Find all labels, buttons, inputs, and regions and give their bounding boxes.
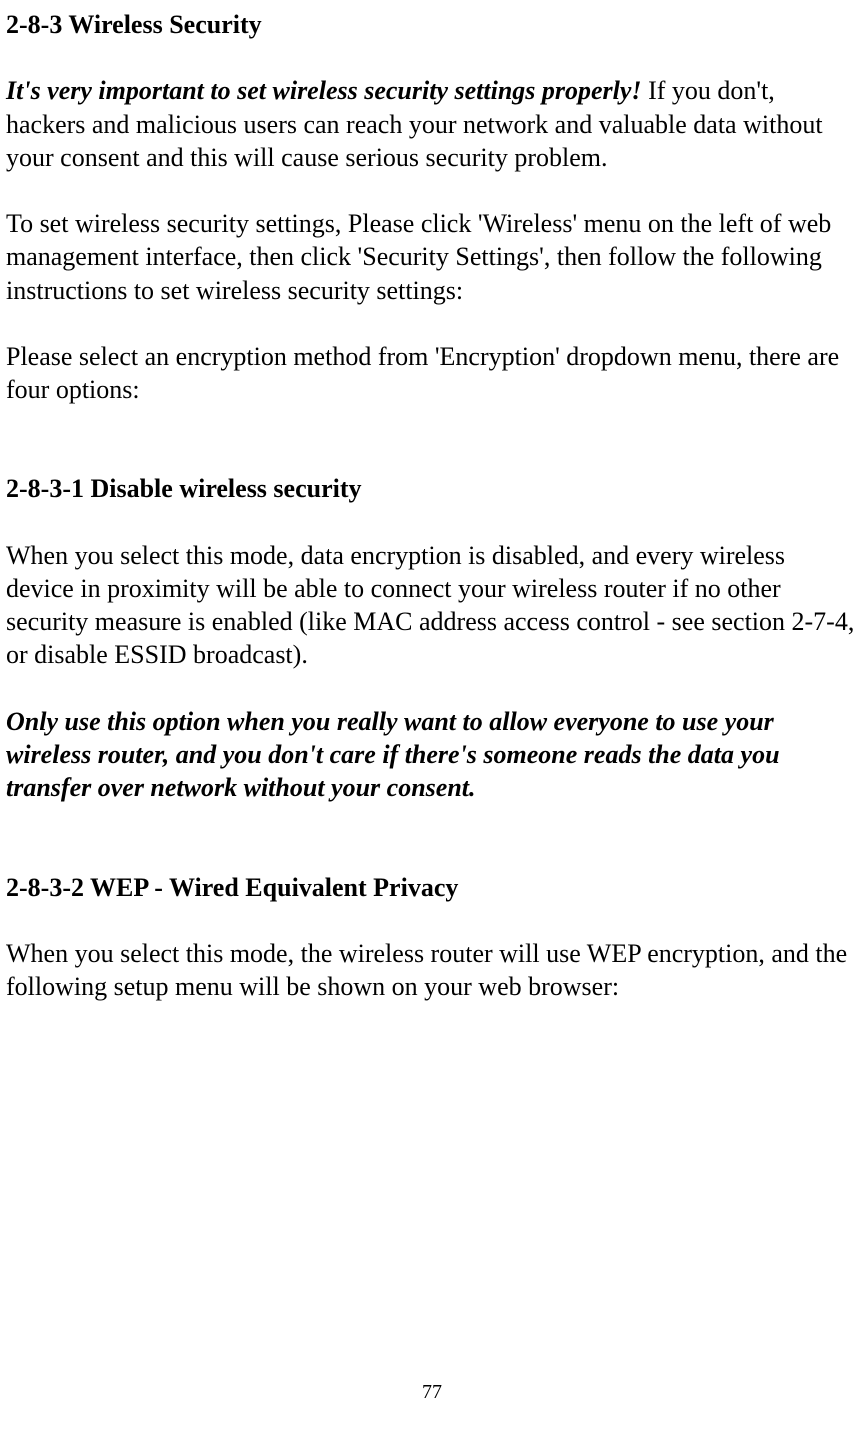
- spacer: [6, 838, 858, 871]
- section-heading-283: 2-8-3 Wireless Security: [6, 8, 858, 41]
- intro-paragraph: It's very important to set wireless secu…: [6, 74, 858, 174]
- section-heading-2831: 2-8-3-1 Disable wireless security: [6, 472, 858, 505]
- disable-warning-paragraph: Only use this option when you really wan…: [6, 705, 858, 805]
- wep-body-paragraph: When you select this mode, the wireless …: [6, 937, 858, 1004]
- instructions-paragraph: To set wireless security settings, Pleas…: [6, 207, 858, 307]
- encryption-note-paragraph: Please select an encryption method from …: [6, 340, 858, 407]
- intro-emphasis: It's very important to set wireless secu…: [6, 76, 642, 105]
- disable-body-paragraph: When you select this mode, data encrypti…: [6, 539, 858, 672]
- spacer: [6, 439, 858, 472]
- section-heading-2832: 2-8-3-2 WEP - Wired Equivalent Privacy: [6, 871, 858, 904]
- page-number: 77: [0, 1380, 864, 1406]
